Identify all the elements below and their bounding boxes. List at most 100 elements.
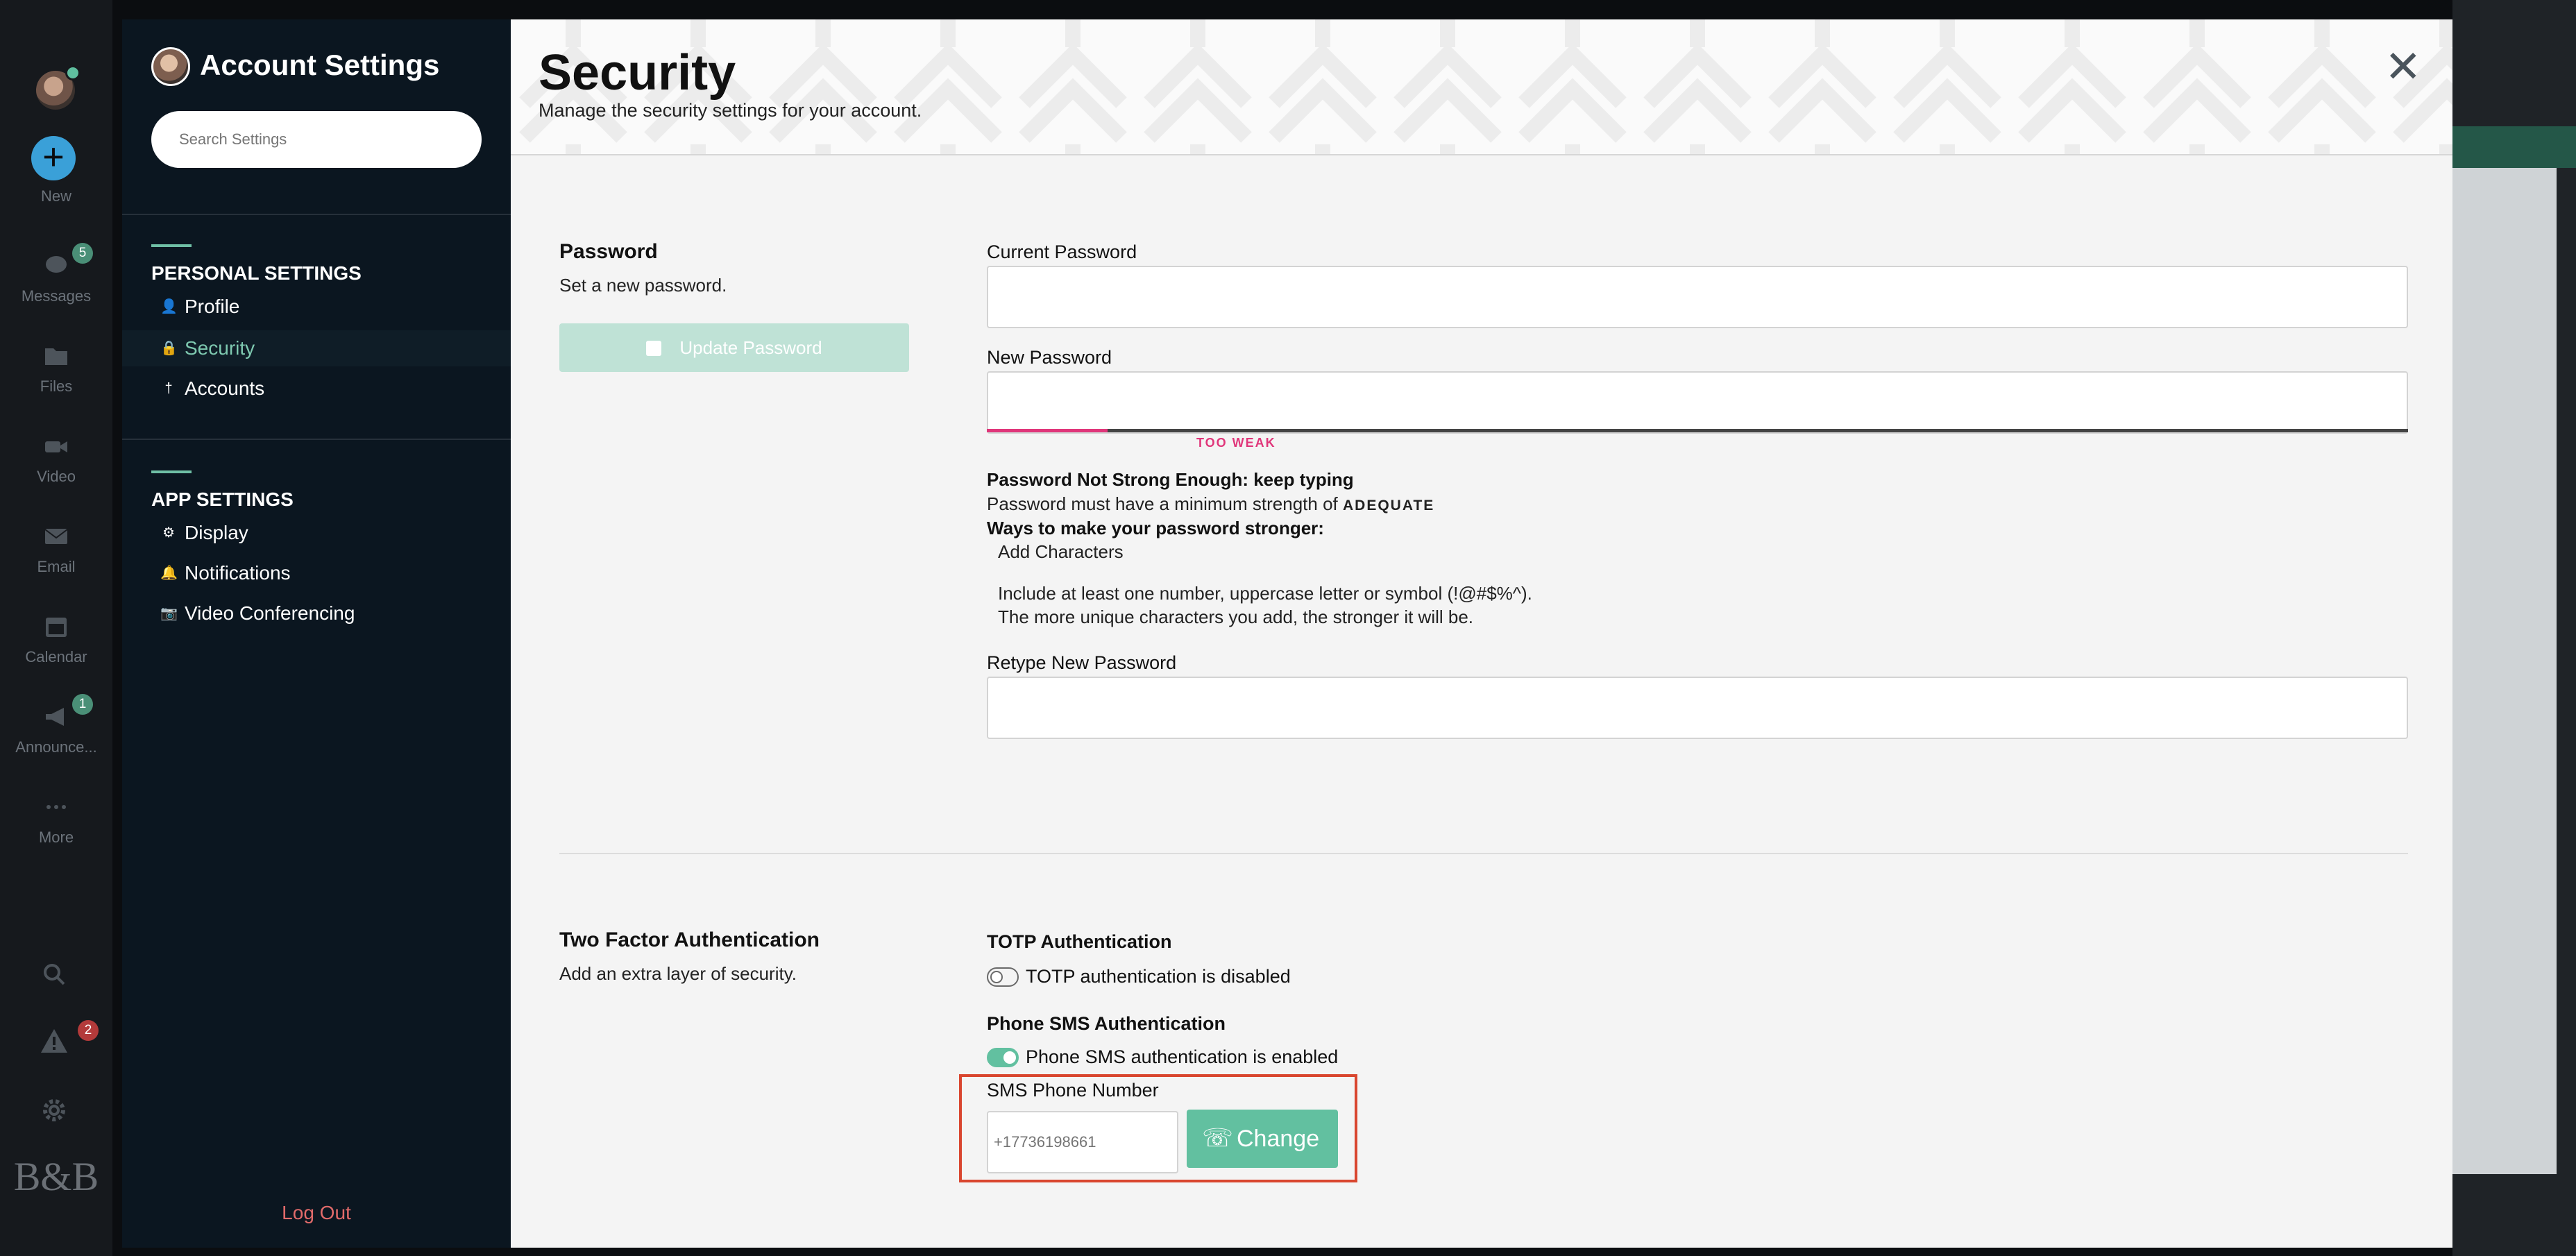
sms-phone-label: SMS Phone Number (987, 1080, 1159, 1101)
rail-label: Video (37, 468, 76, 485)
toggle-knob (1003, 1051, 1016, 1064)
log-out-link[interactable]: Log Out (122, 1202, 511, 1224)
rail-item-video[interactable]: Video (0, 433, 112, 486)
rail-item-more[interactable]: More (0, 794, 112, 847)
update-password-button[interactable]: Update Password (559, 323, 909, 372)
sidebar-item-label: Video Conferencing (185, 602, 355, 624)
messages-icon (46, 256, 67, 273)
page-title: Security (539, 45, 736, 101)
folder-icon (45, 348, 67, 365)
rail-item-messages[interactable]: Messages (0, 253, 112, 305)
account-settings-modal: Account Settings PERSONAL SETTINGS 👤 Pro… (122, 19, 2452, 1248)
two-factor-heading: Two Factor Authentication (559, 928, 820, 951)
envelope-icon (44, 529, 68, 544)
phone-icon: ☏ (1202, 1123, 1234, 1152)
password-section-heading: Password (559, 240, 658, 263)
retype-password-field[interactable] (987, 677, 2408, 739)
search-icon[interactable] (40, 960, 68, 988)
rail-item-announcements[interactable]: Announce... (0, 704, 112, 756)
save-icon (646, 341, 662, 356)
megaphone-icon (46, 708, 64, 726)
sidebar-item-label: Accounts (185, 377, 265, 399)
page-header: Security Manage the security settings fo… (511, 19, 2452, 155)
rail-label: Files (40, 377, 73, 395)
gear-icon[interactable] (40, 1096, 68, 1124)
sidebar-item-video-conferencing[interactable]: 📷 Video Conferencing (122, 595, 511, 631)
section-accent (151, 470, 192, 473)
alert-icon[interactable] (39, 1027, 69, 1055)
sidebar-divider (122, 439, 511, 440)
password-section-description: Set a new password. (559, 275, 727, 296)
online-status-icon (65, 65, 80, 80)
new-button[interactable]: + (31, 136, 76, 180)
two-factor-description: Add an extra layer of security. (559, 963, 797, 984)
new-password-label: New Password (987, 347, 1112, 368)
sms-phone-input[interactable] (987, 1111, 1178, 1173)
update-password-label: Update Password (679, 337, 822, 358)
rail-item-email[interactable]: Email (0, 523, 112, 576)
password-hint-minimum: Password must have a minimum strength of… (987, 493, 1434, 515)
bell-icon: 🔔 (160, 566, 178, 581)
retype-password-label: Retype New Password (987, 652, 1177, 673)
background-app (2452, 0, 2576, 1256)
rail-label: Calendar (25, 648, 87, 665)
rail-label: Messages (21, 287, 92, 305)
password-hint-minimum-value: ADEQUATE (1343, 498, 1435, 514)
totp-heading: TOTP Authentication (987, 931, 1172, 952)
rail-label: More (38, 829, 74, 846)
video-camera-icon (45, 441, 67, 452)
messages-badge: 5 (72, 243, 93, 264)
sms-heading: Phone SMS Authentication (987, 1013, 1226, 1034)
gear-icon: ⚙ (162, 525, 175, 541)
current-password-label: Current Password (987, 241, 1137, 262)
personal-settings-heading: PERSONAL SETTINGS (151, 262, 362, 284)
sidebar-divider (122, 214, 511, 215)
sms-toggle[interactable] (987, 1048, 1019, 1067)
app-rail: + New Messages 5 Files Video Email Calen… (0, 0, 112, 1256)
lock-icon: 🔒 (160, 341, 178, 356)
security-panel: Security Manage the security settings fo… (511, 19, 2452, 1248)
new-password-field[interactable] (987, 371, 2408, 434)
totp-toggle[interactable] (987, 967, 1019, 987)
new-label[interactable]: New (0, 187, 112, 205)
password-hint-minimum-text: Password must have a minimum strength of (987, 493, 1338, 514)
search-settings-input[interactable] (151, 111, 482, 168)
calendar-icon (46, 618, 67, 637)
password-hint-add: Add Characters (998, 541, 1124, 562)
sidebar-item-profile[interactable]: 👤 Profile (122, 289, 511, 325)
header-pattern (511, 19, 2452, 154)
settings-avatar (151, 47, 190, 86)
change-phone-button[interactable]: ☏ Change (1187, 1110, 1338, 1168)
sms-status: Phone SMS authentication is enabled (1026, 1046, 1339, 1067)
toggle-knob (990, 971, 1003, 983)
password-hint-unique: The more unique characters you add, the … (998, 606, 1474, 627)
password-hint-ways: Ways to make your password stronger: (987, 518, 1324, 538)
page-subtitle: Manage the security settings for your ac… (539, 100, 922, 121)
sidebar-item-display[interactable]: ⚙ Display (122, 515, 511, 551)
key-icon: † (164, 381, 173, 396)
person-icon: 👤 (160, 299, 178, 314)
close-icon[interactable]: ✕ (2384, 44, 2422, 89)
sidebar-item-notifications[interactable]: 🔔 Notifications (122, 555, 511, 591)
sidebar-item-accounts[interactable]: † Accounts (122, 371, 511, 407)
password-hint-include: Include at least one number, uppercase l… (998, 583, 1532, 604)
section-divider (559, 853, 2408, 854)
password-hint-title: Password Not Strong Enough: keep typing (987, 469, 1354, 490)
sidebar-item-label: Security (185, 337, 255, 359)
background-panel (2452, 168, 2557, 1174)
rail-label: Announce... (15, 738, 97, 756)
password-strength-label: TOO WEAK (1196, 436, 1276, 450)
app-settings-heading: APP SETTINGS (151, 489, 294, 510)
rail-item-files[interactable]: Files (0, 343, 112, 396)
sidebar-item-security[interactable]: 🔒 Security (122, 330, 511, 366)
current-password-field[interactable] (987, 266, 2408, 328)
announcements-badge: 1 (72, 694, 93, 715)
sidebar-item-label: Profile (185, 296, 240, 317)
totp-status: TOTP authentication is disabled (1026, 966, 1291, 987)
password-strength-fill (987, 429, 1108, 432)
rail-item-calendar[interactable]: Calendar (0, 613, 112, 666)
camera-icon: 📷 (160, 606, 178, 621)
settings-title: Account Settings (200, 49, 440, 81)
rail-label: Email (37, 558, 76, 575)
change-phone-label: Change (1237, 1126, 1320, 1152)
